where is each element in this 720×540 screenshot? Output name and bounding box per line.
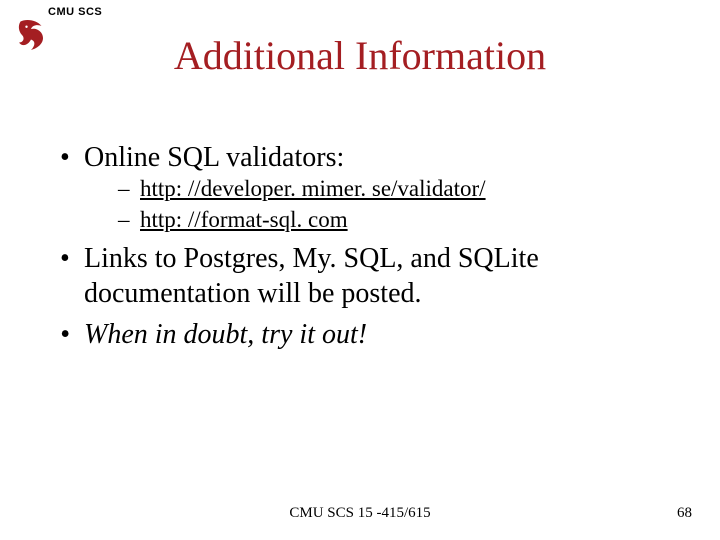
sub-bullet-link-2: http: //format-sql. com xyxy=(84,206,680,235)
slide-title: Additional Information xyxy=(0,32,720,79)
bullet-validators: Online SQL validators: http: //developer… xyxy=(60,140,680,235)
bullet-docs: Links to Postgres, My. SQL, and SQLite d… xyxy=(60,241,680,311)
sub-bullet-link-1: http: //developer. mimer. se/validator/ xyxy=(84,175,680,204)
bullet-text: When in doubt, try it out! xyxy=(84,319,367,350)
bullet-text: Online SQL validators: xyxy=(84,142,344,173)
slide: CMU SCS Additional Information Online SQ… xyxy=(0,0,720,540)
link-format-sql[interactable]: http: //format-sql. com xyxy=(140,207,348,232)
header-org-label: CMU SCS xyxy=(48,6,102,18)
link-mimer-validator[interactable]: http: //developer. mimer. se/validator/ xyxy=(140,176,486,201)
bullet-tryit: When in doubt, try it out! xyxy=(60,317,680,352)
footer-page-number: 68 xyxy=(677,505,692,522)
slide-body: Online SQL validators: http: //developer… xyxy=(60,140,680,358)
bullet-text: Links to Postgres, My. SQL, and SQLite d… xyxy=(84,243,539,309)
footer-course: CMU SCS 15 -415/615 xyxy=(0,505,720,522)
